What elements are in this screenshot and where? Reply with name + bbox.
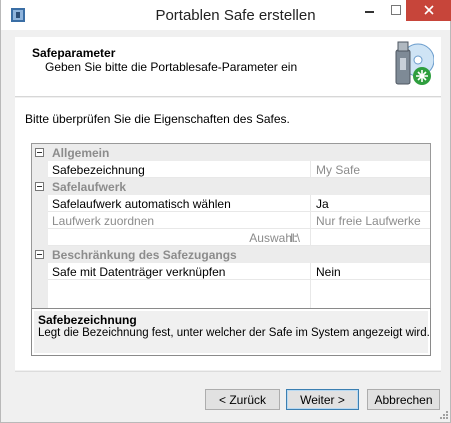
title-bar[interactable]: Portablen Safe erstellen [1, 0, 451, 30]
category-label: Safelaufwerk [52, 180, 127, 194]
description-title: Safebezeichnung [38, 313, 137, 327]
maximize-icon [391, 4, 401, 18]
property-name: Safebezeichnung [52, 163, 145, 177]
close-button[interactable] [406, 0, 451, 21]
empty-grid-area [32, 280, 430, 308]
property-name: Laufwerk zuordnen [52, 214, 155, 228]
property-name: Safelaufwerk automatisch wählen [52, 197, 231, 211]
column-divider [310, 195, 311, 212]
property-value[interactable]: Ja [316, 197, 329, 211]
wizard-window: Portablen Safe erstellen Safeparameter G… [0, 0, 451, 423]
property-row-safe-name[interactable]: Safebezeichnung My Safe [32, 161, 430, 178]
property-row-auto-drive[interactable]: Safelaufwerk automatisch wählen Ja [32, 195, 430, 212]
row-gutter [32, 280, 48, 308]
category-general[interactable]: Allgemein [32, 144, 430, 161]
collapse-icon[interactable] [35, 182, 44, 191]
usb-safe-disc-icon [388, 38, 435, 92]
property-grid[interactable]: Allgemein Safebezeichnung My Safe Safela… [31, 143, 431, 309]
property-row-selection[interactable]: Auswahl: I:\ [32, 229, 430, 246]
row-gutter [32, 212, 48, 229]
wizard-content: Bitte überprüfen Sie die Eigenschaften d… [15, 98, 441, 370]
collapse-icon[interactable] [35, 148, 44, 157]
property-value[interactable]: My Safe [316, 163, 360, 177]
cancel-button[interactable]: Abbrechen [367, 389, 440, 410]
property-row-assign-drive[interactable]: Laufwerk zuordnen Nur freie Laufwerke [32, 212, 430, 229]
resize-grip-icon[interactable] [437, 408, 449, 420]
minimize-button[interactable] [357, 0, 383, 21]
back-button[interactable]: < Zurück [205, 389, 280, 410]
minimize-icon [365, 4, 375, 18]
property-name: Auswahl: [249, 231, 298, 245]
header-subtitle: Geben Sie bitte die Portablesafe-Paramet… [45, 60, 298, 74]
wizard-header: Safeparameter Geben Sie bitte die Portab… [15, 37, 441, 97]
category-label: Allgemein [52, 146, 110, 160]
row-gutter [32, 229, 48, 246]
column-divider [310, 161, 311, 178]
column-divider [310, 212, 311, 229]
property-name: Safe mit Datenträger verknüpfen [52, 265, 226, 279]
property-value[interactable]: I:\ [290, 231, 300, 245]
collapse-icon[interactable] [35, 250, 44, 259]
category-drive[interactable]: Safelaufwerk [32, 178, 430, 195]
description-text: Legt die Bezeichnung fest, unter welcher… [38, 327, 430, 339]
footer-divider [15, 371, 441, 372]
header-title: Safeparameter [32, 46, 116, 60]
column-divider [310, 280, 311, 308]
row-gutter [32, 263, 48, 280]
next-button[interactable]: Weiter > [286, 389, 359, 410]
category-label: Beschränkung des Safezugangs [52, 248, 237, 262]
row-gutter [32, 195, 48, 212]
category-restriction[interactable]: Beschränkung des Safezugangs [32, 246, 430, 263]
property-value[interactable]: Nein [316, 265, 341, 279]
property-row-link-media[interactable]: Safe mit Datenträger verknüpfen Nein [32, 263, 430, 280]
property-value[interactable]: Nur freie Laufwerke [316, 214, 421, 228]
instruction-text: Bitte überprüfen Sie die Eigenschaften d… [25, 112, 290, 126]
row-gutter [32, 161, 48, 178]
close-icon [423, 4, 434, 18]
description-panel: Safebezeichnung Legt die Bezeichnung fes… [31, 308, 431, 356]
column-divider [310, 263, 311, 280]
column-divider [310, 229, 311, 246]
